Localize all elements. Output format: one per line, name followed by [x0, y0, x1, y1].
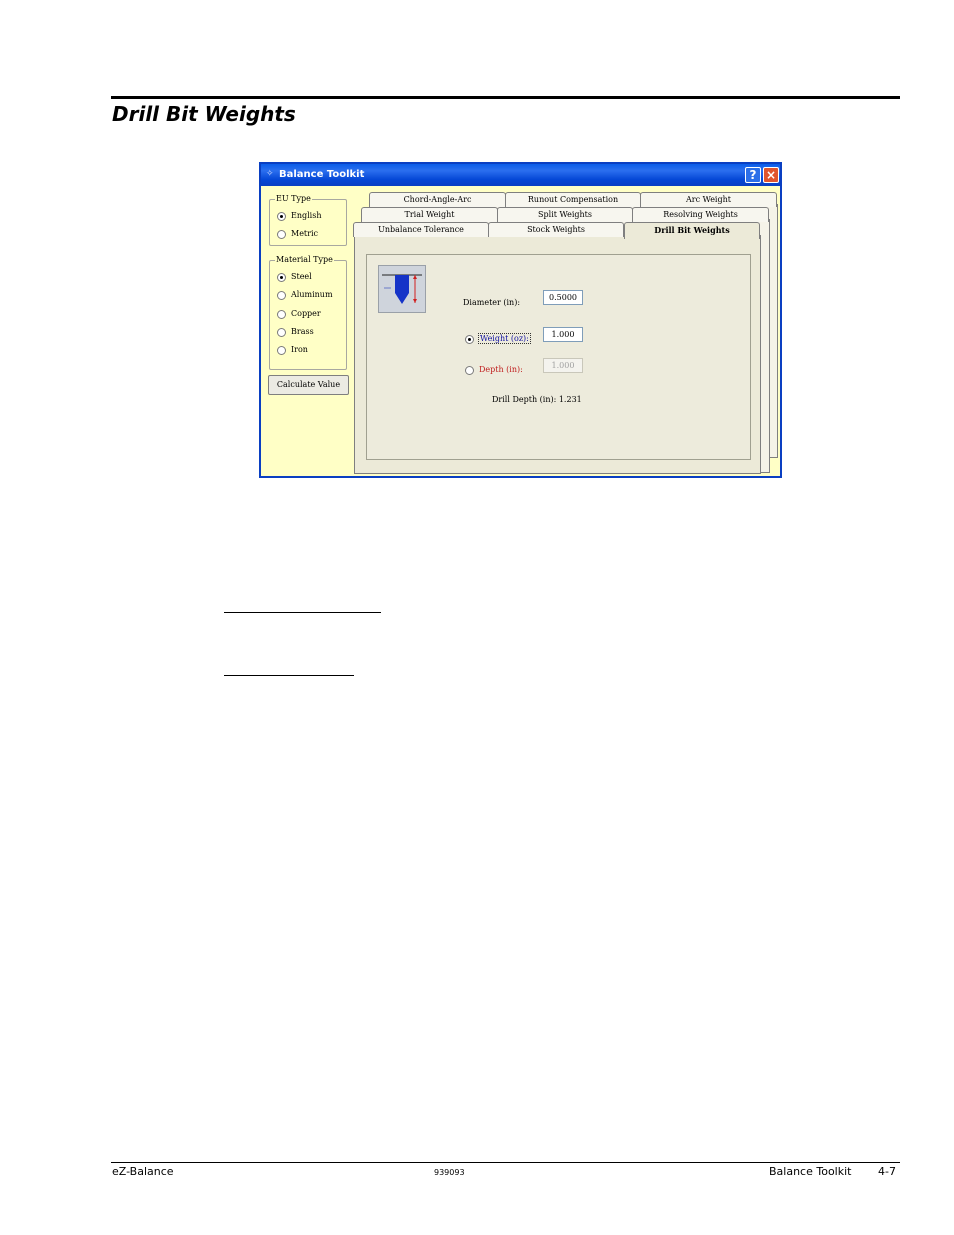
- close-button[interactable]: ×: [763, 167, 779, 183]
- balance-toolkit-window: ✧ Balance Toolkit ? × EU Type English Me…: [259, 162, 782, 478]
- material-type-legend: Material Type: [275, 255, 334, 264]
- material-type-group: Material Type Steel Aluminum Copper Bras…: [269, 255, 347, 370]
- eu-type-english-radio[interactable]: English: [277, 211, 322, 223]
- radio-label: Steel: [291, 272, 312, 281]
- radio-label: English: [291, 211, 322, 220]
- drill-bit-icon: [382, 274, 422, 304]
- weight-input[interactable]: 1.000: [543, 327, 583, 342]
- material-brass-radio[interactable]: Brass: [277, 327, 314, 339]
- depth-radio[interactable]: Depth (in):: [465, 365, 523, 375]
- top-rule: [111, 96, 900, 99]
- radio-unchecked-icon[interactable]: [465, 365, 474, 375]
- radio-checked-icon[interactable]: [465, 334, 474, 344]
- eu-type-group: EU Type English Metric: [269, 194, 347, 246]
- radio-checked-icon[interactable]: [277, 272, 286, 282]
- footer-rule: [111, 1162, 900, 1163]
- tab-chord-angle-arc[interactable]: Chord-Angle-Arc: [369, 192, 506, 207]
- diameter-label: Diameter (in):: [463, 298, 521, 307]
- drill-depth-value: 1.231: [558, 395, 582, 404]
- tab-drill-bit-weights[interactable]: Drill Bit Weights: [624, 222, 760, 239]
- drill-depth-label: Drill Depth (in):: [492, 395, 557, 404]
- tab-trial-weight[interactable]: Trial Weight: [361, 207, 498, 222]
- radio-unchecked-icon[interactable]: [277, 327, 286, 337]
- footer-doc-number: 939093: [434, 1168, 465, 1177]
- radio-label: Iron: [291, 345, 308, 354]
- material-iron-radio[interactable]: Iron: [277, 345, 308, 357]
- footer-page-number: 4-7: [878, 1165, 896, 1178]
- help-button[interactable]: ?: [745, 167, 761, 183]
- drill-depth-result: Drill Depth (in): 1.231: [492, 395, 582, 404]
- radio-checked-icon[interactable]: [277, 211, 286, 221]
- eu-type-legend: EU Type: [275, 194, 312, 203]
- tab-split-weights[interactable]: Split Weights: [497, 207, 633, 222]
- blank-underline: [224, 612, 381, 613]
- tab-resolving-weights[interactable]: Resolving Weights: [632, 207, 769, 222]
- tab-stock-weights[interactable]: Stock Weights: [488, 222, 624, 237]
- tab-unbalance-tolerance[interactable]: Unbalance Tolerance: [353, 222, 489, 237]
- radio-unchecked-icon[interactable]: [277, 290, 286, 300]
- section-title: Drill Bit Weights: [112, 102, 296, 126]
- radio-label: Metric: [291, 229, 319, 238]
- footer-section: Balance Toolkit: [769, 1165, 852, 1178]
- diameter-input[interactable]: 0.5000: [543, 290, 583, 305]
- window-title: Balance Toolkit: [279, 169, 365, 180]
- weight-label: Weight (oz):: [478, 333, 531, 344]
- depth-input: 1.000: [543, 358, 583, 373]
- eu-type-metric-radio[interactable]: Metric: [277, 229, 318, 241]
- title-bar[interactable]: ✧ Balance Toolkit ? ×: [261, 164, 780, 186]
- radio-unchecked-icon[interactable]: [277, 229, 286, 239]
- footer-product: eZ-Balance: [112, 1165, 174, 1178]
- drill-bit-diagram-image: [378, 265, 426, 313]
- material-steel-radio[interactable]: Steel: [277, 272, 312, 284]
- radio-unchecked-icon[interactable]: [277, 345, 286, 355]
- radio-label: Aluminum: [291, 290, 333, 299]
- calculate-value-button[interactable]: Calculate Value: [268, 375, 349, 395]
- tab-arc-weight[interactable]: Arc Weight: [640, 192, 777, 207]
- radio-label: Brass: [291, 327, 314, 336]
- blank-underline: [224, 675, 354, 676]
- material-aluminum-radio[interactable]: Aluminum: [277, 290, 333, 302]
- depth-label: Depth (in):: [479, 365, 523, 374]
- radio-label: Copper: [291, 309, 321, 318]
- app-icon: ✧: [266, 169, 274, 179]
- tab-runout-compensation[interactable]: Runout Compensation: [505, 192, 641, 207]
- material-copper-radio[interactable]: Copper: [277, 309, 321, 321]
- weight-radio[interactable]: Weight (oz):: [465, 333, 531, 344]
- radio-unchecked-icon[interactable]: [277, 309, 286, 319]
